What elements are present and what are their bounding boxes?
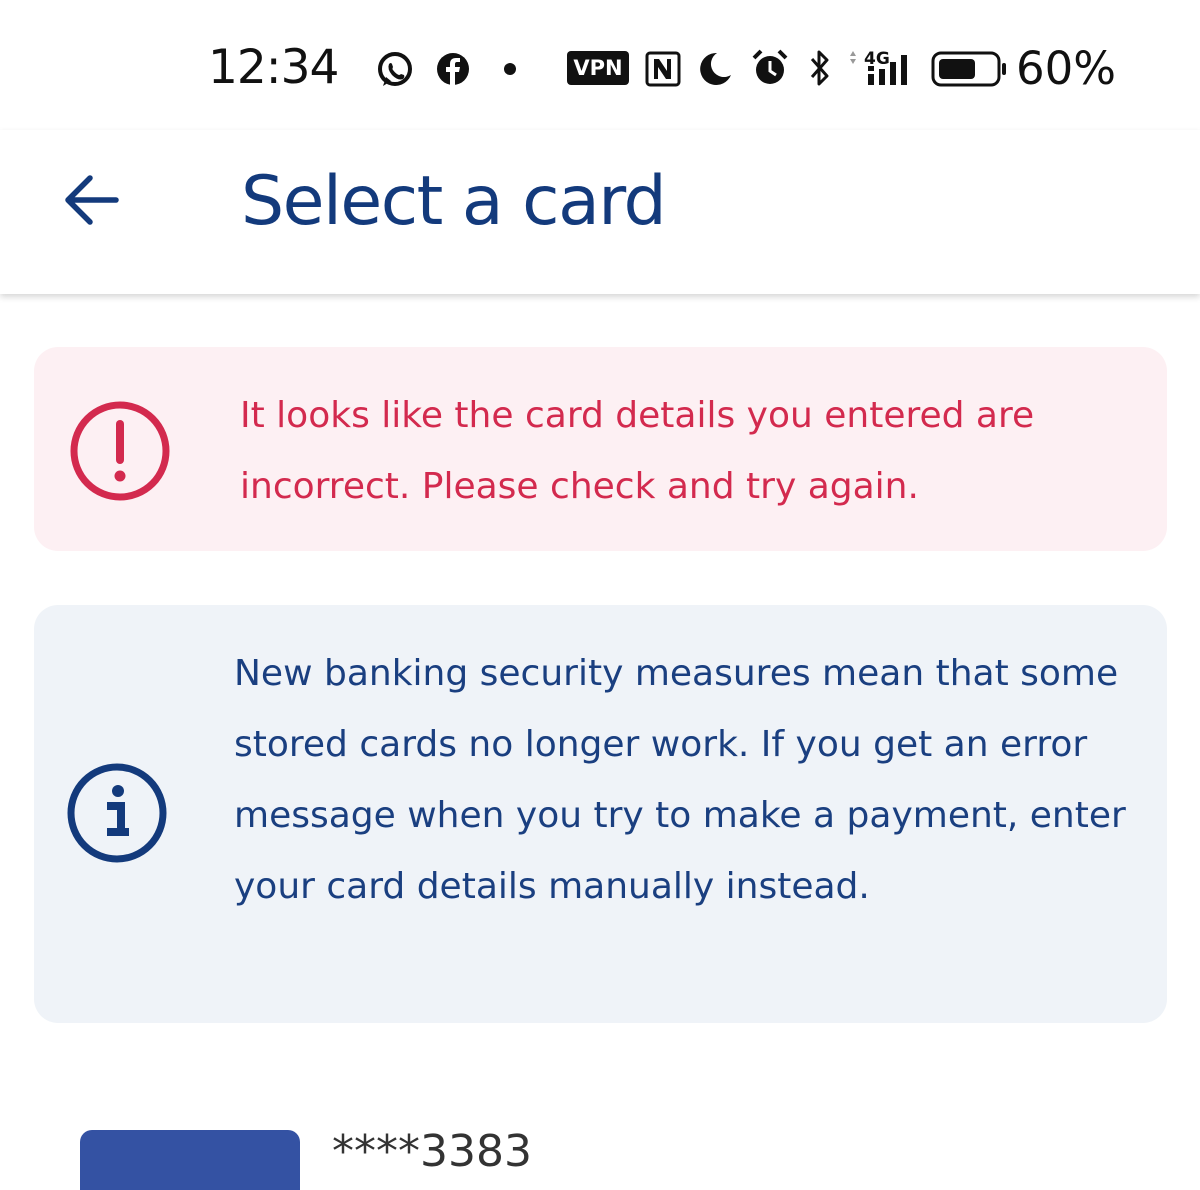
- whatsapp-icon: [378, 52, 412, 86]
- battery-percent: 60%: [1016, 42, 1117, 95]
- signal-4g-icon: 4G: [850, 49, 907, 85]
- stored-card-number[interactable]: ****3383: [332, 1126, 532, 1177]
- page-title: Select a card: [241, 162, 667, 241]
- error-alert-message: It looks like the card details you enter…: [240, 395, 1035, 507]
- alarm-icon: [752, 49, 788, 84]
- info-alert: New banking security measures mean that …: [34, 605, 1167, 1023]
- info-circle-icon: [67, 763, 167, 863]
- app-bar: Select a card: [0, 130, 1200, 294]
- content-area: It looks like the card details you enter…: [0, 294, 1200, 1190]
- battery-icon: [931, 51, 1006, 87]
- bluetooth-icon: [810, 50, 829, 86]
- stored-card-thumbnail[interactable]: [80, 1130, 300, 1190]
- svg-text:4G: 4G: [864, 49, 890, 69]
- status-bar: 12:34 VPN 4G 60%: [0, 0, 1200, 130]
- facebook-icon: [437, 53, 469, 86]
- notification-dot-icon: [504, 63, 516, 75]
- arrow-left-icon: [65, 175, 119, 225]
- do-not-disturb-moon-icon: [700, 52, 731, 85]
- back-button[interactable]: [56, 170, 128, 230]
- vpn-icon: VPN: [567, 51, 629, 85]
- info-alert-message: New banking security measures mean that …: [234, 653, 1126, 907]
- status-time: 12:34: [208, 40, 339, 95]
- error-alert: It looks like the card details you enter…: [34, 347, 1167, 551]
- nfc-icon: [645, 51, 681, 87]
- exclamation-circle-icon: [70, 401, 170, 501]
